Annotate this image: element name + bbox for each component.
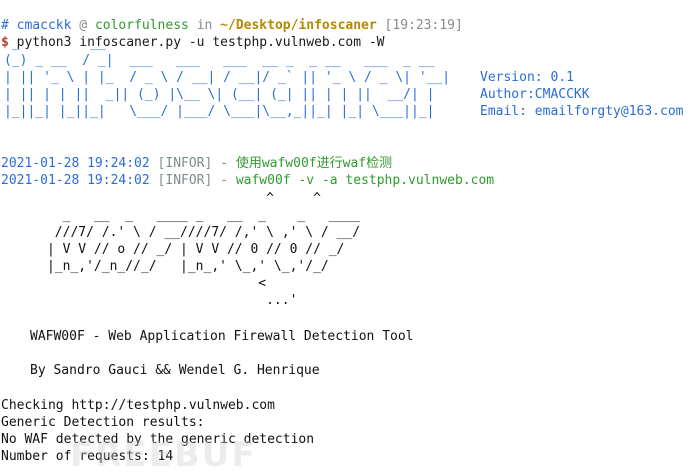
- result-line: Generic Detection results:: [1, 415, 205, 430]
- log-message: wafw00f -v -a testphp.vulnweb.com: [235, 173, 495, 188]
- banner-version: Version: 0.1: [480, 70, 574, 85]
- banner-author: Author:CMACCKK: [480, 87, 590, 102]
- log-line: 2021-01-28 19:24:02 [INFOR] - wafw00f -v…: [1, 155, 494, 188]
- log-line: 2021-01-28 19:24:02 [INFOR] - 使用wafw00f进…: [1, 138, 392, 171]
- log-dash: -: [220, 173, 228, 188]
- result-line: Checking http://testphp.vulnweb.com: [1, 398, 275, 413]
- infoscaner-ascii-banner: _ __ (_) _ __ / _| ___ ___ ___ __ _ _ __…: [4, 36, 451, 119]
- prompt-line: # cmacckk @ colorfulness in ~/Desktop/in…: [1, 0, 463, 33]
- tool-title: WAFW00F - Web Application Firewall Detec…: [30, 329, 414, 344]
- log-level: [INFOR]: [157, 173, 213, 188]
- freebuf-watermark: FREEBUF: [70, 435, 257, 475]
- wafw00f-ascii-art: ^ ^ _ __ _ ____ _ __ _ _ ____ ///7/ /.' …: [46, 191, 361, 308]
- log-timestamp: 2021-01-28 19:24:02: [1, 173, 150, 188]
- command-line: $ python3 infoscaner.py -u testphp.vulnw…: [1, 17, 385, 50]
- prompt-time: [19:23:19]: [384, 18, 463, 33]
- tool-authors: By Sandro Gauci && Wendel G. Henrique: [30, 363, 320, 378]
- banner-email: Email: emailforgty@163.com: [480, 104, 684, 119]
